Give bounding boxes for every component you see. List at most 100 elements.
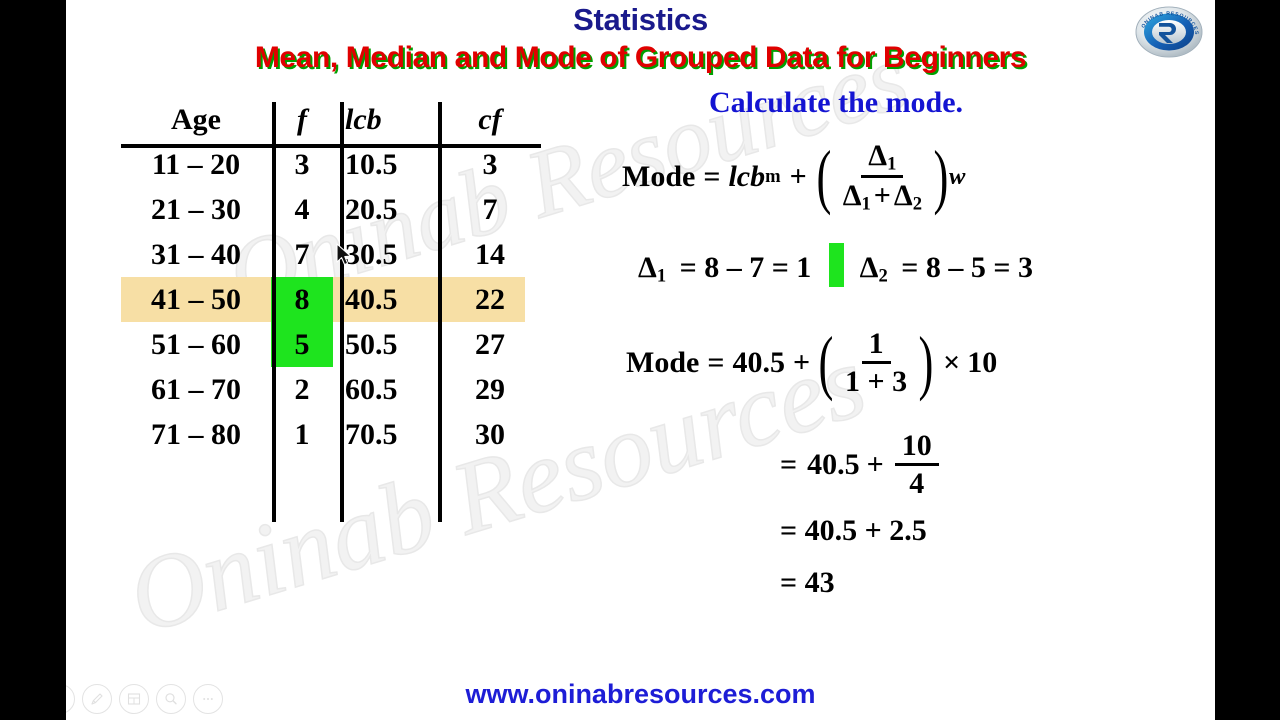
cell-f-modal: 8 [271,277,333,322]
table-row-highlighted: 41 – 50 8 40.5 22 [121,277,525,322]
cell-f-after-modal: 5 [271,322,333,367]
cell-lcb: 60.5 [345,373,398,406]
website-url: www.oninabresources.com [465,679,816,709]
cell-cf: 3 [482,148,498,181]
frequency-distribution-table: Age f lcb cf 11 – 20 3 10.5 3 21 – 30 4 … [121,98,541,522]
table-row: 61 – 70 2 60.5 29 [121,367,525,412]
cell-lcb: 50.5 [345,328,398,361]
cell-f: 3 [294,148,310,181]
column-header-age: Age [171,103,221,136]
cell-age: 51 – 60 [151,328,241,361]
mode-formula-equals: = [703,160,721,194]
delta-values-line: Δ1 = 8 – 7 = 1 Δ2 = 8 – 5 = 3 [638,243,1033,288]
cell-age: 21 – 30 [151,193,241,226]
solution-step-2: = 40.5 + 2.5 [780,514,927,547]
mode-calc-fraction: 1 1 + 3 [838,328,914,397]
mode-formula-plus: + [789,160,807,194]
slideshow-stage: Oninab Resources Oninab Resources Statis… [0,0,1280,720]
mode-formula: Mode = lcb m + ( Δ1 Δ1 + Δ2 ) w [622,140,965,214]
cell-cf: 14 [475,238,505,271]
cell-cf: 30 [475,418,505,451]
fraction-denominator: 4 [909,466,925,500]
cell-cf: 27 [475,328,505,361]
cell-lcb: 40.5 [333,277,455,322]
slide-title: Statistics [573,2,708,37]
step1-fraction: 10 4 [894,430,939,500]
mode-formula-lhs: Mode [622,160,696,194]
mode-calc-equals: = [707,345,725,379]
mode-calc-lhs: Mode [626,345,700,379]
more-options-button[interactable] [193,684,223,714]
table-header-row: Age f lcb cf [121,98,525,142]
mode-calc-lcb-value: 40.5 [732,345,785,379]
cell-lcb: 20.5 [345,193,398,226]
table-row: 31 – 40 7 30.5 14 [121,232,525,277]
mode-calc-times: × [943,345,961,379]
column-header-f: f [297,103,307,136]
table-vertical-rule-2 [340,102,344,522]
table-row: 51 – 60 5 50.5 27 [121,322,525,367]
delta1-sub: 1 [656,265,667,287]
cell-cf: 29 [475,373,505,406]
cell-lcb: 70.5 [345,418,398,451]
left-paren-icon: ( [818,321,834,402]
right-paren-icon: ) [933,136,949,217]
delta2-expression: = 8 – 5 = 3 [901,251,1033,284]
cell-f: 4 [294,193,310,226]
cell-age: 31 – 40 [151,238,241,271]
table-row: 21 – 30 4 20.5 7 [121,187,525,232]
letterbox-bar-left [0,0,66,720]
fraction-denominator: Δ1 + Δ2 [842,179,923,215]
step1-equals: = [780,447,798,481]
green-separator-bar [828,243,844,287]
mode-calc-width: 10 [967,345,998,379]
pen-tool-button[interactable] [82,684,112,714]
mode-formula-lcb: lcb [728,160,766,194]
column-header-cf: cf [478,103,502,136]
table-vertical-rule-1 [272,102,276,522]
delta1-expression: = 8 – 7 = 1 [679,251,812,284]
delta2-sub: 2 [878,265,888,287]
delta2-symbol: Δ [859,251,879,284]
cell-lcb: 10.5 [345,148,398,181]
table-vertical-rule-3 [438,102,442,522]
slide-canvas: Oninab Resources Oninab Resources Statis… [66,0,1215,720]
delta1-symbol: Δ [638,251,657,284]
cell-f: 2 [294,373,310,406]
cell-f: 1 [294,418,310,451]
oninab-resources-logo: ONINAB RESOURCES [1129,4,1209,58]
grid-icon [127,693,141,705]
column-header-lcb: lcb [345,103,382,136]
left-paren-icon: ( [816,136,832,217]
cell-f: 7 [294,238,310,271]
cell-age: 41 – 50 [121,277,271,322]
magnifier-icon [165,693,177,705]
cell-age: 71 – 80 [151,418,241,451]
fraction-numerator: 10 [894,430,939,466]
step1-value: 40.5 [807,447,860,481]
solution-step-3: = 43 [780,566,835,599]
ellipsis-icon [203,698,213,700]
cell-age: 11 – 20 [151,148,241,181]
mode-formula-fraction: Δ1 Δ1 + Δ2 [836,140,929,214]
pen-icon [91,693,103,705]
calculate-the-mode-prompt: Calculate the mode. [708,86,964,119]
mode-calc-plus: + [792,345,811,379]
cell-lcb: 30.5 [345,238,398,271]
fraction-denominator: 1 + 3 [845,364,908,398]
cell-cf: 22 [455,277,525,322]
cell-age: 61 – 70 [151,373,241,406]
cell-cf: 7 [482,193,498,226]
right-paren-icon: ) [918,321,934,402]
solution-step-1: = 40.5 + 10 4 [780,430,943,499]
letterbox-bar-right [1215,0,1280,720]
slide-grid-button[interactable] [119,684,149,714]
fraction-numerator: 1 [861,328,891,364]
fraction-numerator: Δ1 [861,140,904,179]
mode-formula-lcb-sub: m [765,166,781,188]
zoom-button[interactable] [156,684,186,714]
mode-formula-width: w [949,163,966,191]
step1-plus: + [866,447,884,481]
table-row: 71 – 80 1 70.5 30 [121,412,525,457]
slide-subtitle: Mean, Median and Mode of Grouped Data fo… [254,41,1027,74]
